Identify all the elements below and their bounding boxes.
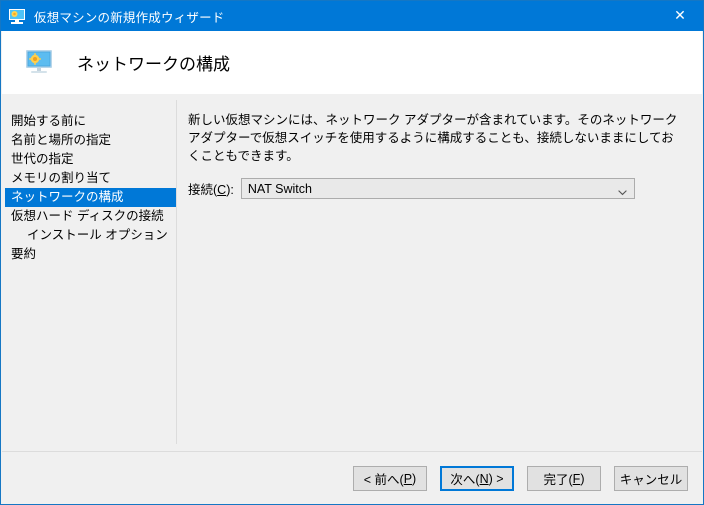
close-icon[interactable]: ✕ xyxy=(657,1,703,31)
wizard-steps-sidebar: 開始する前に 名前と場所の指定 世代の指定 メモリの割り当て ネットワークの構成… xyxy=(2,94,176,451)
sidebar-item-summary[interactable]: 要約 xyxy=(2,245,176,264)
sidebar-item-specify-name-and-location[interactable]: 名前と場所の指定 xyxy=(2,131,176,150)
cancel-button-prefix: キャンセル xyxy=(619,473,683,487)
connection-dropdown[interactable]: NAT Switch xyxy=(240,178,635,200)
next-button-suffix: ) > xyxy=(488,471,504,486)
wizard-body: 開始する前に 名前と場所の指定 世代の指定 メモリの割り当て ネットワークの構成… xyxy=(2,94,702,451)
next-button-accesskey: N xyxy=(479,471,489,486)
sidebar-item-installation-options[interactable]: インストール オプション xyxy=(2,226,176,245)
title-bar: 仮想マシンの新規作成ウィザード ✕ xyxy=(1,1,703,31)
back-button-accesskey: P xyxy=(403,471,413,486)
sidebar-item-assign-memory[interactable]: メモリの割り当て xyxy=(2,169,176,188)
connection-label: 接続(C): xyxy=(188,179,234,198)
page-title: ネットワークの構成 xyxy=(77,55,230,74)
finish-button-suffix: ) xyxy=(580,471,585,486)
connection-label-accesskey: C xyxy=(217,183,227,198)
network-configuration-monitor-icon xyxy=(23,49,55,77)
back-button[interactable]: < 前へ(P) xyxy=(353,466,427,491)
back-button-prefix: < 前へ( xyxy=(363,473,404,487)
finish-button-accesskey: F xyxy=(572,471,581,486)
sidebar-item-connect-virtual-hard-disk[interactable]: 仮想ハード ディスクの接続 xyxy=(2,207,176,226)
chevron-down-icon xyxy=(618,184,627,196)
sidebar-divider xyxy=(176,100,177,444)
wizard-footer: < 前へ(P) 次へ(N) > 完了(F) キャンセル xyxy=(2,452,702,504)
next-button-prefix: 次へ( xyxy=(450,473,480,487)
virtual-machine-monitor-icon xyxy=(8,7,26,25)
finish-button-prefix: 完了( xyxy=(543,473,573,487)
next-button[interactable]: 次へ(N) > xyxy=(440,466,514,491)
cancel-button[interactable]: キャンセル xyxy=(614,466,688,491)
description-text: 新しい仮想マシンには、ネットワーク アダプターが含まれています。そのネットワーク… xyxy=(188,113,678,164)
sidebar-item-configure-networking[interactable]: ネットワークの構成 xyxy=(5,188,176,207)
finish-button[interactable]: 完了(F) xyxy=(527,466,601,491)
new-virtual-machine-wizard-window: 仮想マシンの新規作成ウィザード ✕ ネットワークの構成 開始する前に 名前と場所… xyxy=(0,0,704,505)
back-button-suffix: ) xyxy=(412,471,417,486)
page-header: ネットワークの構成 xyxy=(2,31,702,94)
sidebar-item-specify-generation[interactable]: 世代の指定 xyxy=(2,150,176,169)
connection-label-suffix: ): xyxy=(226,183,234,198)
connection-dropdown-value: NAT Switch xyxy=(247,181,312,196)
wizard-content-pane: 新しい仮想マシンには、ネットワーク アダプターが含まれています。そのネットワーク… xyxy=(188,94,688,451)
sidebar-item-before-you-begin[interactable]: 開始する前に xyxy=(2,112,176,131)
connection-field-row: 接続(C): NAT Switch xyxy=(188,178,688,200)
connection-label-prefix: 接続( xyxy=(188,183,218,198)
window-title: 仮想マシンの新規作成ウィザード xyxy=(34,10,225,25)
